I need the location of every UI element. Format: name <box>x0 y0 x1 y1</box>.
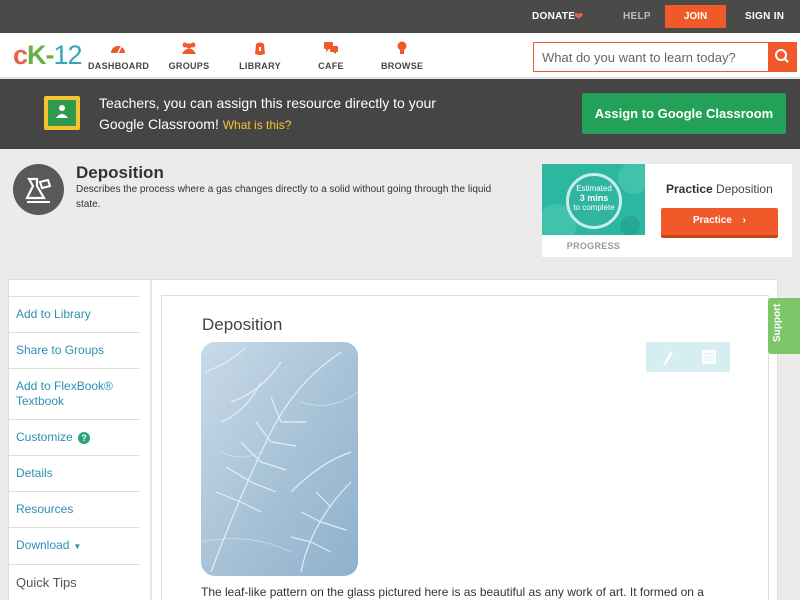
practice-card: Estimated 3 mins to complete PROGRESS Pr… <box>542 164 792 257</box>
annotate-pencil-icon[interactable] <box>646 342 688 372</box>
sidebar-download[interactable]: Download ▼ <box>8 527 139 564</box>
groups-icon <box>168 41 210 57</box>
article-title: Deposition <box>202 315 283 334</box>
sidebar-customize[interactable]: Customize ? <box>8 419 139 455</box>
article-body-text: The leaf-like pattern on the glass pictu… <box>201 585 704 599</box>
top-bar: DONATE ❤ HELP JOIN SIGN IN <box>0 0 800 33</box>
chevron-right-icon: › <box>742 215 747 226</box>
sidebar-add-to-flexbook[interactable]: Add to FlexBook® Textbook <box>8 368 139 419</box>
dashboard-icon <box>88 41 148 57</box>
search-button[interactable] <box>768 43 796 71</box>
nav-browse[interactable]: BROWSE <box>381 41 423 71</box>
support-tab[interactable]: Support <box>768 298 800 354</box>
help-link[interactable]: HELP <box>623 11 651 22</box>
help-question-icon[interactable]: ? <box>78 432 91 444</box>
estimated-time-badge: Estimated 3 mins to complete <box>566 173 622 229</box>
sidebar-add-to-library[interactable]: Add to Library <box>8 296 139 332</box>
what-is-this-link[interactable]: What is this? <box>223 118 292 132</box>
concept-title: Deposition <box>76 163 164 182</box>
sign-in-link[interactable]: SIGN IN <box>745 11 784 22</box>
main-nav: cK-12 DASHBOARD GROUPS LIBRARY CAFE BROW… <box>0 33 800 78</box>
library-icon <box>239 41 281 57</box>
chemistry-flask-icon <box>13 164 64 215</box>
google-classroom-icon <box>44 96 80 130</box>
panel-divider <box>150 280 152 600</box>
heart-icon: ❤ <box>574 11 584 23</box>
cafe-icon <box>316 41 346 57</box>
concept-description: Describes the process where a gas change… <box>76 184 492 210</box>
donate-link[interactable]: DONATE <box>532 11 575 22</box>
practice-title: Practice Deposition <box>666 182 773 196</box>
search-icon <box>775 49 789 63</box>
banner-text: Teachers, you can assign this resource d… <box>99 95 436 132</box>
join-button[interactable]: JOIN <box>665 5 726 28</box>
nav-library[interactable]: LIBRARY <box>239 41 281 71</box>
sidebar-details[interactable]: Details <box>8 455 139 491</box>
assign-google-classroom-button[interactable]: Assign to Google Classroom <box>582 93 786 134</box>
nav-cafe[interactable]: CAFE <box>316 41 346 71</box>
sidebar-quick-tips[interactable]: Quick Tips <box>8 564 139 600</box>
caret-down-icon: ▼ <box>73 542 82 551</box>
sidebar-share-to-groups[interactable]: Share to Groups <box>8 332 139 368</box>
practice-button[interactable]: Practice › <box>661 208 778 238</box>
progress-label: PROGRESS <box>566 241 621 251</box>
practice-thumbnail: Estimated 3 mins to complete <box>542 164 645 235</box>
browse-icon <box>381 41 423 57</box>
ck12-logo[interactable]: cK-12 <box>13 40 83 71</box>
nav-groups[interactable]: GROUPS <box>168 41 210 71</box>
resource-sidebar: Add to Library Share to Groups Add to Fl… <box>8 296 139 600</box>
search-box <box>533 42 797 72</box>
search-input[interactable] <box>534 43 768 71</box>
notes-document-icon[interactable] <box>688 342 730 372</box>
frost-glass-image <box>201 342 358 576</box>
article-tools <box>646 342 730 372</box>
nav-dashboard[interactable]: DASHBOARD <box>88 41 149 71</box>
sidebar-resources[interactable]: Resources <box>8 491 139 527</box>
